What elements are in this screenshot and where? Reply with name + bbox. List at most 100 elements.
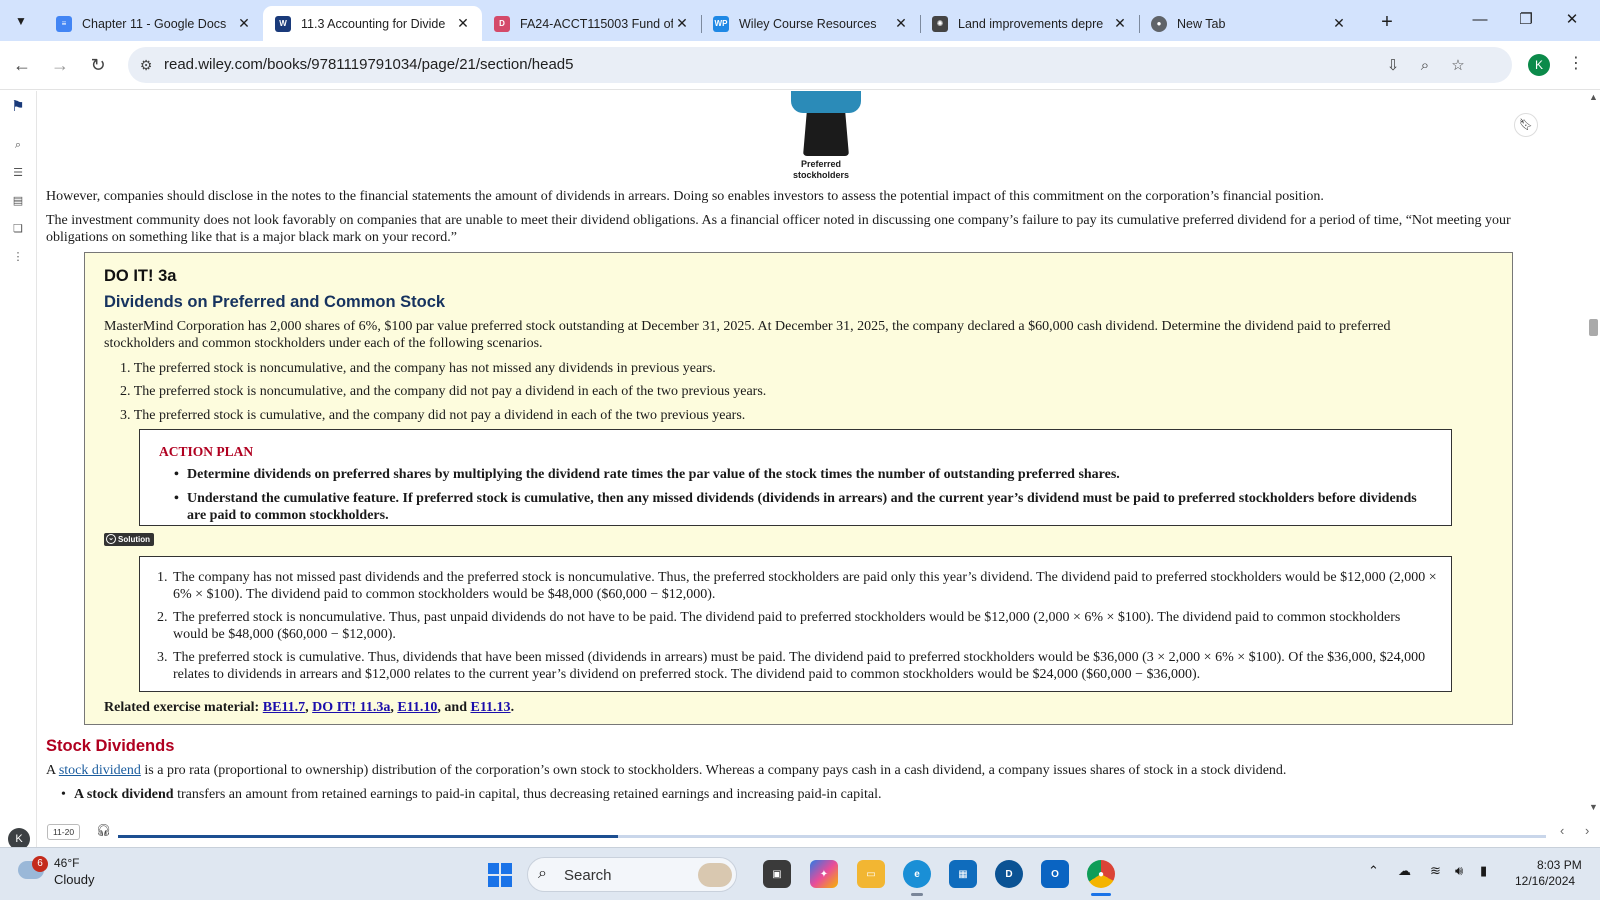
dell-icon[interactable]: D (995, 860, 1023, 888)
windows-start-icon[interactable] (488, 863, 512, 887)
scroll-up-icon[interactable]: ▲ (1589, 92, 1598, 102)
weather-temperature[interactable]: 46°F (54, 856, 79, 870)
taskbar-search-box[interactable]: ⌕ Search (527, 857, 737, 892)
zoom-icon[interactable]: ⌕ (1414, 55, 1436, 77)
table-of-contents-icon[interactable]: ☰ (8, 163, 28, 183)
solution-text: The preferred stock is cumulative. Thus,… (173, 650, 1426, 682)
bookmark-star-icon[interactable]: ☆ (1447, 55, 1469, 77)
back-button[interactable]: ← (8, 51, 36, 79)
onedrive-icon[interactable]: ☁ (1398, 863, 1411, 879)
task-view-icon[interactable]: ▣ (763, 860, 791, 888)
link-e11-10[interactable]: E11.10 (397, 700, 437, 715)
chevron-down-icon: ▼ (15, 14, 27, 28)
previous-page-icon[interactable]: ‹ (1560, 823, 1564, 838)
link-be11-7[interactable]: BE11.7 (263, 700, 305, 715)
tab-new-tab[interactable]: ● New Tab ✕ (1139, 6, 1358, 41)
text-run: is a pro rata (proportional to ownership… (140, 763, 1287, 778)
stock-dividend-term-link[interactable]: stock dividend (59, 763, 141, 778)
reading-progress-bar[interactable] (118, 835, 1546, 838)
tab-google-docs[interactable]: ≡ Chapter 11 - Google Docs ✕ (44, 6, 264, 41)
solution-item: 2. The preferred stock is noncumulative.… (157, 610, 1438, 643)
arrow-left-icon: ← (13, 55, 31, 75)
show-hidden-icons-icon[interactable]: ⌃ (1368, 863, 1379, 879)
solution-number: 1. (157, 570, 168, 585)
chrome-icon[interactable]: ● (1087, 860, 1115, 888)
app-running-indicator (911, 893, 923, 896)
vertical-scrollbar[interactable]: ▲ ▼ (1586, 91, 1600, 818)
reader-side-rail: ⚑ ⌕ ☰ ▤ ❏ ⋮ K (0, 91, 37, 850)
search-icon[interactable]: ⌕ (8, 135, 28, 155)
volume-icon[interactable]: 🔊︎ (1455, 863, 1463, 879)
text-run: A (46, 763, 59, 778)
bookmark-page-button[interactable]: 🔖︎ (1514, 113, 1538, 137)
forward-button[interactable]: → (46, 51, 74, 79)
tab-title: New Tab (1177, 16, 1226, 31)
outlook-icon[interactable]: O (1041, 860, 1069, 888)
close-icon[interactable]: ✕ (892, 15, 910, 32)
scrollbar-thumb[interactable] (1589, 319, 1598, 336)
scenario-item: 1. The preferred stock is noncumulative,… (120, 361, 716, 376)
bullet-dot: • (174, 467, 179, 482)
wifi-icon[interactable]: ≋ (1430, 863, 1441, 879)
copilot-icon[interactable]: ✦ (810, 860, 838, 888)
address-bar[interactable]: ⚙ read.wiley.com/books/9781119791034/pag… (128, 47, 1512, 83)
wiley-logo-icon[interactable]: ⚑ (8, 97, 28, 117)
link-do-it-11-3a[interactable]: DO IT! 11.3a (312, 700, 390, 715)
paragraph: A stock dividend is a pro rata (proporti… (46, 763, 1546, 780)
next-page-icon[interactable]: › (1585, 823, 1589, 838)
file-explorer-icon[interactable]: ▭ (857, 860, 885, 888)
reload-button[interactable]: ↻ (84, 51, 112, 79)
figure-shirt (791, 91, 861, 113)
tab-title: Wiley Course Resources (739, 16, 877, 31)
reload-icon: ↻ (90, 55, 106, 75)
browser-menu-icon[interactable]: ⋮ (1568, 53, 1584, 73)
solution-text: The preferred stock is noncumulative. Th… (173, 610, 1401, 642)
weather-description[interactable]: Cloudy (54, 872, 94, 887)
figure-caption-line: stockholders (792, 170, 850, 180)
close-icon[interactable]: ✕ (1111, 15, 1129, 32)
microsoft-store-icon[interactable]: ▦ (949, 860, 977, 888)
edge-icon[interactable]: e (903, 860, 931, 888)
brightspace-icon: D (494, 15, 510, 32)
bullet-dot: • (61, 787, 66, 802)
link-e11-13[interactable]: E11.13 (470, 700, 510, 715)
tab-title: Land improvements depre (958, 16, 1104, 31)
notes-icon[interactable]: ▤ (8, 191, 28, 211)
minimize-button[interactable]: — (1457, 0, 1503, 41)
google-docs-icon: ≡ (56, 15, 72, 32)
tab-search-button[interactable]: ▼ (7, 7, 35, 35)
scroll-down-icon[interactable]: ▼ (1589, 802, 1598, 812)
tab-land-improvements[interactable]: ✺ Land improvements depre ✕ (920, 6, 1140, 41)
related-exercise-material: Related exercise material: BE11.7, DO IT… (104, 700, 514, 716)
do-it-title: Dividends on Preferred and Common Stock (104, 293, 446, 311)
battery-icon[interactable]: ▮ (1480, 863, 1487, 879)
clock-time[interactable]: 8:03 PM (1537, 858, 1582, 872)
bullet-dot: • (174, 491, 179, 506)
arrow-right-icon: → (51, 55, 69, 75)
headphones-icon[interactable]: 🎧︎ (96, 823, 111, 837)
close-icon[interactable]: ✕ (1330, 15, 1348, 32)
close-icon[interactable]: ✕ (235, 15, 253, 32)
scenario-item: 2. The preferred stock is noncumulative,… (120, 384, 767, 399)
tab-wiley-course-resources[interactable]: WP Wiley Course Resources ✕ (701, 6, 921, 41)
tab-course[interactable]: D FA24-ACCT115003 Fund of ✕ (482, 6, 702, 41)
close-icon[interactable]: ✕ (454, 15, 472, 32)
bullet-bold: A stock dividend (74, 787, 174, 802)
more-options-icon[interactable]: ⋮ (8, 247, 28, 267)
close-window-button[interactable]: ✕ (1549, 0, 1595, 41)
close-icon[interactable]: ✕ (673, 15, 691, 32)
clock-date[interactable]: 12/16/2024 (1515, 874, 1575, 888)
install-app-icon[interactable]: ⇩ (1382, 55, 1404, 77)
restore-button[interactable]: ❐ (1503, 0, 1549, 41)
section-heading-stock-dividends: Stock Dividends (46, 737, 175, 755)
related-end: . (510, 700, 515, 715)
url-text[interactable]: read.wiley.com/books/9781119791034/page/… (164, 56, 573, 73)
page-number-box[interactable]: 11-20 (47, 824, 80, 840)
profile-avatar[interactable]: K (1528, 54, 1550, 76)
close-icon: ✕ (1565, 11, 1579, 28)
tab-wiley-reader[interactable]: W 11.3 Accounting for Divide ✕ (263, 6, 482, 41)
site-info-icon[interactable]: ⚙ (136, 55, 156, 75)
flashcards-icon[interactable]: ❏ (8, 219, 28, 239)
solution-toggle-button[interactable]: ⌄ Solution (104, 533, 154, 546)
new-tab-button[interactable]: + (1373, 9, 1401, 37)
